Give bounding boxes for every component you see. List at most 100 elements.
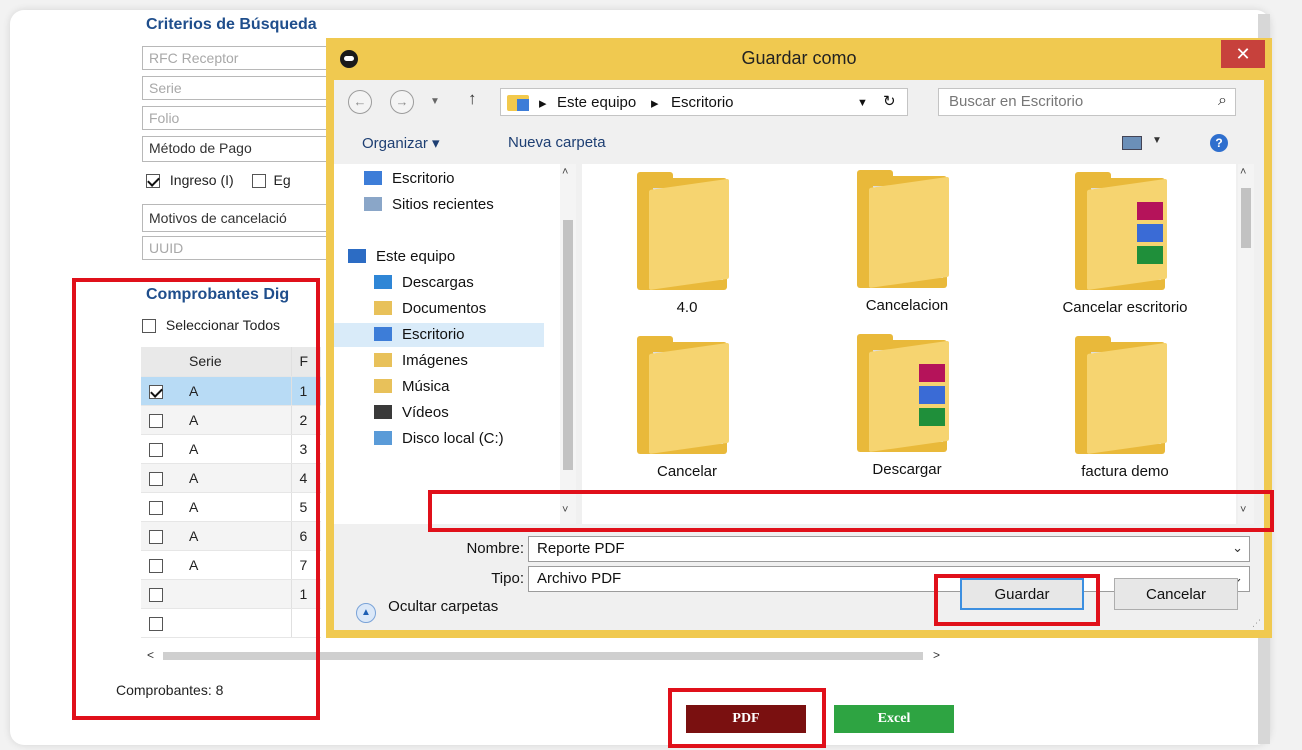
scroll-right-arrow-icon[interactable]: > [933,648,940,662]
rfc-input[interactable]: RFC Receptor [142,46,342,70]
highlight-pdf-button [668,688,826,748]
organize-menu[interactable]: Organizar ▾ [362,134,440,152]
view-dropdown-icon[interactable]: ▼ [1152,135,1162,146]
refresh-icon[interactable]: ↻ [883,92,896,110]
excel-button[interactable]: Excel [834,705,954,733]
documents-icon [374,301,392,315]
folder-icon [507,95,529,111]
dialog-toolbar: Organizar ▾ Nueva carpeta ▼ ? [334,122,1264,164]
filename-label: Nombre: [466,540,524,557]
address-bar[interactable]: ▸ Este equipo ▸ Escritorio ▼ ↻ [500,88,908,116]
breadcrumb-este-equipo[interactable]: Este equipo [557,94,636,111]
dialog-body: ← → ▼ ↑ ▸ Este equipo ▸ Escritorio ▼ ↻ B… [334,80,1264,630]
breadcrumb-escritorio[interactable]: Escritorio [671,94,734,111]
forward-arrow-icon[interactable]: → [390,90,414,114]
folder-icon [857,334,957,454]
egreso-checkbox[interactable] [251,174,266,189]
address-dropdown-icon[interactable]: ▼ [857,97,868,109]
nav-item-disco-local-c-[interactable]: Disco local (C:) [374,430,504,447]
scroll-up-arrow-icon[interactable]: ˄ [1240,166,1246,178]
navigation-bar: ← → ▼ ↑ ▸ Este equipo ▸ Escritorio ▼ ↻ B… [334,80,1264,122]
folder-icon [1075,336,1175,456]
cancel-button[interactable]: Cancelar [1114,578,1238,610]
nav-item-label: Música [402,378,450,395]
ingreso-label: Ingreso (I) [169,172,234,188]
close-button[interactable]: ✕ [1221,40,1265,68]
breadcrumb-separator: ▸ [539,95,547,112]
ingreso-option[interactable]: Ingreso (I) Eg [146,172,291,189]
folder-name: Cancelar escritorio [1062,299,1188,316]
save-as-dialog: Guardar como ✕ ← → ▼ ↑ ▸ Este equipo ▸ E… [326,38,1272,638]
folder-name: factura demo [1081,463,1169,480]
folder-name: 4.0 [676,299,698,316]
help-icon[interactable]: ? [1210,134,1228,152]
file-scroll-thumb[interactable] [1241,188,1251,248]
nav-item-música[interactable]: Música [374,378,450,395]
scroll-up-arrow-icon[interactable]: ˄ [562,166,568,178]
nav-item-label: Escritorio [402,326,465,343]
nav-item-sitios-recientes[interactable]: Sitios recientes [364,196,494,213]
folder-name: Descargar [872,461,942,478]
back-arrow-icon[interactable]: ← [348,90,372,114]
highlight-filename [428,490,1274,532]
folder-icon [637,172,737,292]
criteria-title: Criterios de Búsqueda [146,16,317,33]
dialog-title: Guardar como [741,48,857,68]
breadcrumb-separator: ▸ [651,95,659,112]
view-options-icon[interactable] [1122,136,1142,150]
file-pane-scrollbar[interactable]: ˄ ˅ [1238,164,1254,524]
folder-item[interactable]: factura demo [1030,336,1220,482]
music-icon [374,379,392,393]
nav-item-escritorio[interactable]: Escritorio [334,323,544,347]
resize-grip-icon[interactable]: ⋰ [1252,618,1261,629]
folder-icon [637,336,737,456]
folder-item[interactable]: 4.0 [592,172,782,318]
uuid-input[interactable]: UUID [142,236,342,260]
up-arrow-icon[interactable]: ↑ [468,89,477,109]
metodo-pago-select[interactable]: Método de Pago [142,136,342,162]
nav-item-vídeos[interactable]: Vídeos [374,404,449,421]
search-box[interactable]: Buscar en Escritorio ⌕ [938,88,1236,116]
folder-item[interactable]: Descargar [812,334,1002,480]
serie-input[interactable]: Serie [142,76,342,100]
nav-item-documentos[interactable]: Documentos [374,300,486,317]
egreso-label: Eg [273,172,291,188]
nav-item-este-equipo[interactable]: Este equipo [348,248,455,265]
navigation-pane: Escritorio Sitios recientes Este equipo Des… [334,164,576,524]
folder-icon [1075,172,1175,292]
folder-item[interactable]: Cancelacion [812,170,1002,316]
dialog-titlebar[interactable]: Guardar como ✕ [326,38,1272,80]
nav-item-label: Vídeos [402,404,449,421]
file-list-pane: 4.0 Cancelacion Cancelar escritorio Cancela… [582,164,1236,524]
search-icon: ⌕ [1218,92,1227,109]
new-folder-button[interactable]: Nueva carpeta [508,134,606,151]
hide-folders-label: Ocultar carpetas [388,598,499,615]
nav-item-label: Disco local (C:) [402,430,504,447]
computer-icon [348,249,366,263]
nav-item-label: Imágenes [402,352,468,369]
folder-item[interactable]: Cancelar escritorio [1030,172,1220,318]
ingreso-checkbox[interactable] [146,174,160,189]
highlight-save-button [934,574,1100,626]
search-input[interactable]: Buscar en Escritorio [949,93,1083,110]
nav-item-label: Escritorio [392,170,455,187]
filetype-label: Tipo: [491,570,524,587]
navigation-pane-scrollbar[interactable]: ˄ ˅ [560,164,576,524]
hide-folders-toggle[interactable]: ▲ Ocultar carpetas [356,598,498,623]
videos-icon [374,405,392,419]
nav-item-imágenes[interactable]: Imágenes [374,352,468,369]
folio-input[interactable]: Folio [142,106,342,130]
downloads-icon [374,275,392,289]
filetype-value: Archivo PDF [537,570,622,587]
nav-item-escritorio[interactable]: Escritorio [364,170,455,187]
folder-item[interactable]: Cancelar [592,336,782,482]
chevron-down-icon[interactable]: ⌄ [1232,540,1243,556]
nav-item-descargas[interactable]: Descargas [374,274,474,291]
motivos-select[interactable]: Motivos de cancelació [142,204,342,232]
desktop-icon [364,171,382,185]
filename-input[interactable]: Reporte PDF ⌄ [528,536,1250,562]
recent-dropdown-icon[interactable]: ▼ [430,96,440,107]
nav-item-label: Descargas [402,274,474,291]
nav-item-label: Este equipo [376,248,456,265]
nav-scroll-thumb[interactable] [563,220,573,470]
